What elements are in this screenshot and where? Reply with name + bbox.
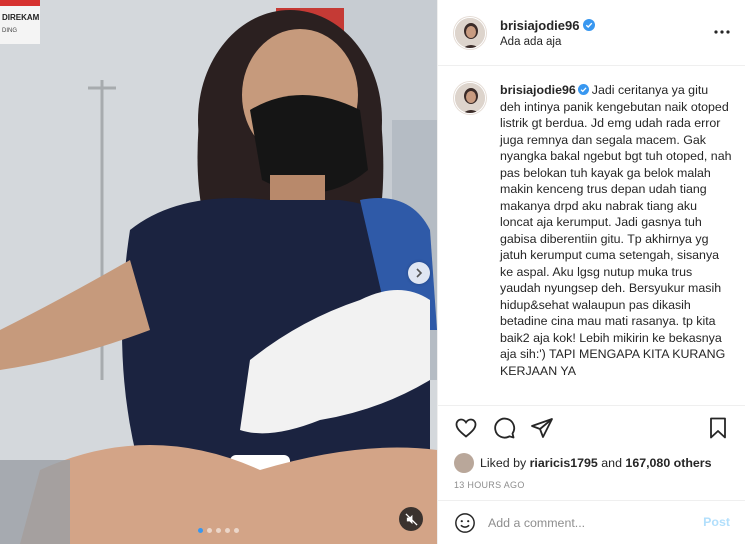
post-comment-button[interactable]: Post — [703, 515, 730, 529]
avatar[interactable] — [454, 16, 486, 49]
smiley-icon[interactable] — [454, 512, 476, 534]
paper-plane-icon[interactable] — [530, 416, 554, 440]
heart-icon[interactable] — [454, 416, 478, 440]
caption-text: Jadi ceritanya ya gitu deh intinya panik… — [500, 83, 732, 378]
mute-toggle-button[interactable] — [399, 507, 423, 531]
post-media[interactable]: DIREKAM DING — [0, 0, 437, 544]
carousel-dot[interactable] — [234, 528, 239, 533]
action-bar — [438, 406, 745, 450]
muted-speaker-icon — [404, 512, 418, 526]
verified-badge-icon — [583, 19, 596, 31]
likes-summary: Liked by riaricis1795 and 167,080 others — [438, 450, 745, 476]
liker-username[interactable]: riaricis1795 — [530, 456, 598, 470]
post-photo: DIREKAM DING — [0, 0, 437, 544]
bookmark-icon[interactable] — [706, 416, 730, 440]
comment-input[interactable] — [488, 515, 678, 530]
post-timestamp[interactable]: 13 HOURS AGO — [438, 476, 745, 494]
post-side-panel: brisiajodie96 Ada ada aja brisiajodie96 … — [437, 0, 745, 544]
post-footer: Liked by riaricis1795 and 167,080 others… — [438, 405, 745, 494]
post-location[interactable]: Ada ada aja — [500, 36, 595, 48]
avatar[interactable] — [454, 453, 474, 473]
chevron-right-icon — [416, 268, 423, 278]
carousel-dots — [0, 528, 437, 533]
likes-connector: and — [601, 456, 622, 470]
avatar[interactable] — [454, 82, 486, 114]
carousel-dot[interactable] — [216, 528, 221, 533]
caption-section: brisiajodie96 Jadi ceritanya ya gitu deh … — [438, 66, 745, 405]
sign-subtext: DING — [2, 28, 17, 34]
likes-count[interactable]: 167,080 others — [625, 456, 711, 470]
comment-bubble-icon[interactable] — [492, 416, 516, 440]
caption-username[interactable]: brisiajodie96 — [500, 83, 576, 97]
ellipsis-icon[interactable] — [714, 27, 730, 37]
post-caption: brisiajodie96 Jadi ceritanya ya gitu deh … — [500, 82, 732, 405]
post-header: brisiajodie96 Ada ada aja — [438, 0, 745, 66]
header-username[interactable]: brisiajodie96 — [500, 18, 579, 33]
verified-badge-icon — [577, 84, 589, 95]
instagram-post: DIREKAM DING brisiajodie96 Ada ada aja b… — [0, 0, 745, 544]
carousel-dot[interactable] — [225, 528, 230, 533]
avatar-image — [455, 83, 485, 113]
carousel-dot[interactable] — [207, 528, 212, 533]
sign-text: DIREKAM — [2, 13, 40, 22]
likes-prefix: Liked by — [480, 456, 527, 470]
carousel-dot[interactable] — [198, 528, 203, 533]
comment-composer: Post — [438, 500, 745, 544]
avatar-image — [455, 17, 485, 48]
carousel-next-button[interactable] — [408, 262, 430, 284]
